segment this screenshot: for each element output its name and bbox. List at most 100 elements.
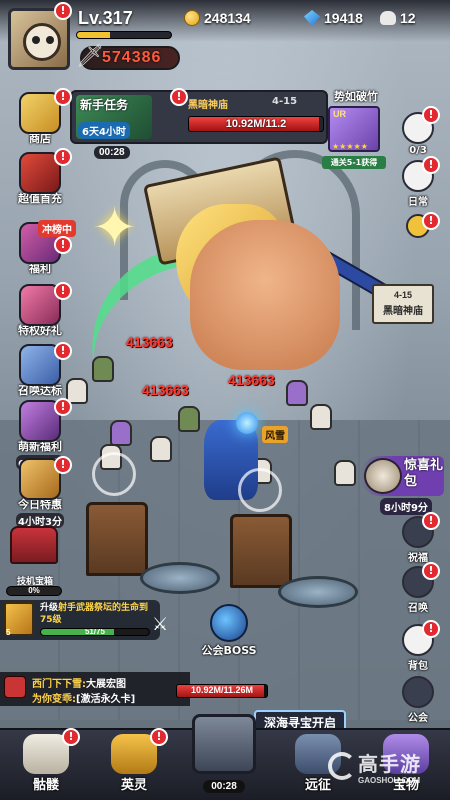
coffin-prop: [230, 514, 292, 588]
nav-battle[interactable]: 00:28: [180, 708, 268, 800]
skeleton-enemy: [110, 420, 132, 446]
guild-boss-label: 公会BOSS: [201, 644, 257, 657]
combat-power: 🗡 574386: [76, 44, 180, 70]
nav-label: 英灵: [120, 778, 147, 793]
stage-number: 4-15: [272, 96, 298, 107]
notification-badge: !: [54, 88, 72, 106]
summon-portal: [140, 562, 220, 594]
power-value: 574386: [102, 49, 162, 66]
menu-label: 日常: [408, 197, 428, 208]
watermark-title: 高手游: [358, 752, 421, 776]
target-ring: [238, 468, 282, 512]
surprise-pack-label: 惊喜礼包: [404, 458, 444, 489]
notification-badge: !: [422, 512, 440, 530]
chat-line: 西门下下雪:大展宏图: [32, 675, 126, 690]
chat-icon: [4, 676, 26, 698]
skeleton-enemy: [310, 404, 332, 430]
chest-progress-text: 0%: [28, 586, 40, 595]
top-bar: ! Lv.317 🗡 574386 248134 19418 12: [0, 0, 450, 78]
skeleton-enemy: [286, 380, 308, 406]
notification-badge: !: [422, 620, 440, 638]
notification-badge: !: [422, 212, 440, 230]
menu-label: 召唤: [408, 603, 428, 614]
sparkle-icon: ✦: [92, 196, 138, 259]
chat-box[interactable]: 西门下下雪:大展宏图 为你变乖:[激活永久卡]: [0, 672, 190, 706]
upgrade-task[interactable]: 5 升级射手武器祭坛的生命到75级 51/75: [0, 600, 160, 640]
menu-label: 公会: [408, 713, 428, 724]
stage-sign: 4-15 黑暗神庙: [372, 284, 434, 324]
chest-progress: 0%: [6, 586, 62, 596]
notification-badge: !: [54, 342, 72, 360]
avatar-eye: [32, 36, 40, 44]
boss-hp-text: 10.92M/11.2: [225, 118, 287, 130]
notification-badge: !: [54, 2, 72, 20]
notification-badge: !: [170, 88, 188, 106]
task-progress-text: 51/75: [84, 628, 106, 636]
notification-badge: !: [422, 562, 440, 580]
skull-pirate-icon: [364, 458, 402, 494]
nav-label: 骷髅: [32, 778, 59, 793]
gold-counter[interactable]: 248134: [184, 8, 251, 28]
target-ring: [92, 452, 136, 496]
chest-icon: [10, 526, 58, 564]
damage-number: 413663: [126, 334, 173, 350]
guild-boss-icon: [210, 604, 248, 642]
exp-fill: [77, 32, 110, 38]
menu-label: 背包: [408, 661, 428, 672]
sword-icon: 🗡: [76, 44, 104, 69]
diamond-counter[interactable]: 19418: [304, 8, 363, 28]
sword-icon: ⚔: [152, 614, 169, 635]
treasure-chest[interactable]: 技机宝箱 0%: [4, 520, 66, 596]
chat-message: [激活永久卡]: [76, 694, 136, 705]
summon-portal: [278, 576, 358, 608]
chat-message: 大展宏图: [86, 679, 126, 690]
status-tag: 风雪: [262, 426, 288, 443]
stage-sign-number: 4-15: [393, 290, 412, 300]
notification-badge: !: [54, 148, 72, 166]
task-text: 升级射手武器祭坛的生命到75级: [40, 602, 158, 626]
avatar-skull: [23, 23, 61, 61]
chat-sender: 西门下下雪:: [32, 679, 86, 690]
quest-panel[interactable]: 新手任务 6天4小时 黑暗神庙 4-15 10.92M/11.2: [70, 90, 328, 144]
stage-sign-name: 黑暗神庙: [383, 306, 423, 317]
surprise-pack-timer: 8小时9分: [380, 498, 432, 515]
unstoppable-title: 势如破竹: [334, 90, 378, 103]
hero-character: [190, 220, 340, 370]
notification-badge: !: [54, 456, 72, 474]
exp-bar: [76, 31, 172, 39]
battle-timer: 00:28: [203, 780, 245, 793]
watermark-sub: GAOSHOU.COM: [358, 776, 421, 785]
boss-hp-bar-bottom: 10.92M/11.26M: [176, 684, 268, 698]
damage-number: 413663: [142, 382, 189, 398]
unstoppable-card[interactable]: 势如破竹 UR ★★★★★ 通关5-1获得: [322, 88, 386, 172]
skeleton-enemy: [334, 460, 356, 486]
chat-line: 为你变乖:[激活永久卡]: [32, 690, 135, 705]
skull-counter[interactable]: 12: [380, 8, 416, 28]
guild-boss-button[interactable]: 公会BOSS: [196, 604, 262, 658]
star-icon: ★★★★★: [332, 142, 368, 151]
notification-badge: !: [62, 728, 80, 746]
quest-timer: 00:28: [94, 146, 130, 159]
task-prefix: 升级: [40, 603, 59, 613]
menu-label: 0/3: [409, 145, 427, 156]
surprise-pack[interactable]: 惊喜礼包 8小时9分: [360, 456, 444, 515]
skeleton-enemy: [150, 436, 172, 462]
menu-guild[interactable]: 公会: [396, 676, 440, 724]
stage-name: 黑暗神庙: [188, 100, 228, 111]
quest-title: 新手任务: [80, 98, 129, 112]
boss-hp-text: 10.92M/11.26M: [190, 685, 254, 695]
skull-value: 12: [400, 10, 416, 26]
coin-icon: [184, 10, 200, 26]
chat-sender: 为你变乖:: [32, 694, 76, 705]
notification-badge: !: [422, 156, 440, 174]
damage-number: 413663: [228, 372, 275, 388]
mage-orb: [236, 412, 258, 434]
unstoppable-portrait: UR ★★★★★: [328, 106, 380, 152]
notification-badge: !: [422, 106, 440, 124]
skull-icon: [380, 11, 396, 25]
ranking-tag: 冲榜中: [38, 220, 76, 237]
crossed-swords-icon: [192, 714, 256, 774]
watermark-logo-icon: [328, 752, 356, 780]
diamond-value: 19418: [324, 10, 363, 26]
notification-badge: !: [150, 728, 168, 746]
